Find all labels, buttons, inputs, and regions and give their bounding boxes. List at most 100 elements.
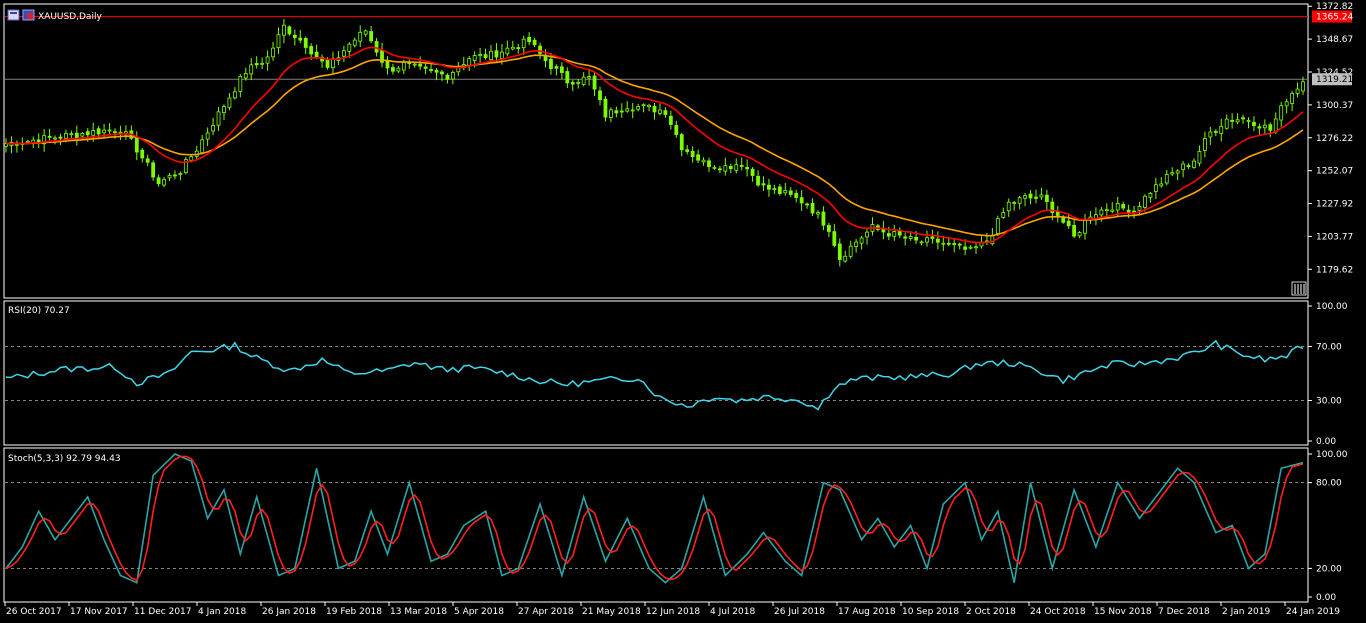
time-tick-label: 17 Nov 2017 [70,607,128,617]
candle-body [908,236,913,239]
candle-body [227,97,232,108]
time-tick-label: 26 Jul 2018 [774,607,825,617]
candle-body [254,63,259,66]
candle-body [587,76,592,79]
indicator-tick-label: 30.00 [1316,397,1342,407]
time-tick-label: 4 Jan 2018 [198,607,246,617]
candle-body [200,139,205,154]
time-tick-label: 2 Oct 2018 [966,607,1016,617]
candle-body [668,115,673,125]
candle-body [521,38,526,49]
candle-body [963,246,968,250]
candle-body [554,66,559,69]
price-axis: 1372.821348.671324.521300.371276.221252.… [1308,2,1353,275]
candle-body [167,175,172,179]
price-tick-label: 1300.37 [1316,101,1353,111]
candle-body [369,31,374,42]
candle-body [767,184,771,190]
candle-body [658,109,662,114]
candle-body [777,186,782,194]
rsi-label: RSI(20) 70.27 [8,306,70,316]
candle-body [826,225,831,232]
candle-body [1170,172,1175,175]
candle-body [995,218,1000,234]
candle-body [1137,206,1142,212]
candle-body [723,165,728,172]
trading-chart[interactable]: 1372.821348.671324.521300.371276.221252.… [0,0,1366,623]
candle-body [118,131,123,134]
candle-body [113,131,117,134]
candle-body [314,51,319,58]
candle-body [1099,209,1104,216]
candle-body [1246,119,1251,122]
candle-body [140,149,145,159]
candle-body [549,58,553,70]
candle-body [865,231,869,238]
candle-body [303,37,308,48]
candle-body [434,69,439,73]
price-level-lines [5,16,1308,80]
time-tick-label: 21 May 2018 [582,607,641,617]
candle-body [592,75,597,90]
candle-body [647,104,651,108]
candle-body [914,237,918,241]
candle-body [559,66,564,73]
flag-icon-stripe [27,13,33,19]
candle-body [1012,202,1017,204]
stoch-main-line [5,453,1304,584]
candle-body [1279,105,1284,121]
candle-body [325,59,330,68]
candle-body [1230,120,1235,122]
candle-body [799,197,804,204]
candle-body [570,82,575,85]
candle-body [478,54,483,56]
indicator-tick-label: 0.00 [1316,593,1336,603]
time-tick-label: 19 Feb 2018 [326,607,382,617]
candle-body [412,63,417,66]
candle-body [745,166,750,170]
candle-body [96,128,101,135]
candle-body [1110,209,1115,212]
candle-body [707,160,711,167]
candle-body [232,91,237,99]
stoch-signal-line [5,455,1304,582]
candle-body [173,174,177,177]
candle-body [1083,220,1087,234]
candle-body [756,175,760,186]
candle-body [178,173,183,175]
candle-body [837,243,842,260]
candle-body [1148,192,1153,198]
candle-body [483,54,488,59]
candle-body [391,67,395,72]
indicator-tick-label: 100.00 [1316,450,1348,460]
candle-body [25,140,30,143]
candle-body [500,51,504,60]
symbol-header[interactable]: XAUUSD,Daily [7,9,102,22]
candle-body [374,41,379,53]
candle-body [527,36,532,43]
price-tick-label: 1227.92 [1316,200,1353,210]
stoch-panel-frame [3,447,1309,603]
candle-body [1159,183,1164,187]
stoch-lines [5,453,1304,584]
candle-body [74,132,79,139]
candle-body [1284,101,1289,107]
candle-body [1219,125,1224,134]
time-tick-label: 24 Jan 2019 [1286,607,1340,617]
candle-body [1023,195,1027,199]
chart-shift-marker[interactable] [1291,281,1307,296]
candle-body [211,125,215,132]
candle-body [216,111,221,126]
candle-body [1104,209,1109,212]
candle-body [598,90,602,101]
candle-body [440,71,444,75]
time-tick-label: 26 Jan 2018 [262,607,316,617]
candle-body [1197,151,1202,164]
candle-body [663,110,668,115]
candle-body [145,158,150,163]
candle-body [1224,118,1229,129]
candle-body [843,255,848,262]
chart-window-icon[interactable] [7,9,20,21]
candle-body [265,56,270,64]
candle-body [625,108,630,112]
